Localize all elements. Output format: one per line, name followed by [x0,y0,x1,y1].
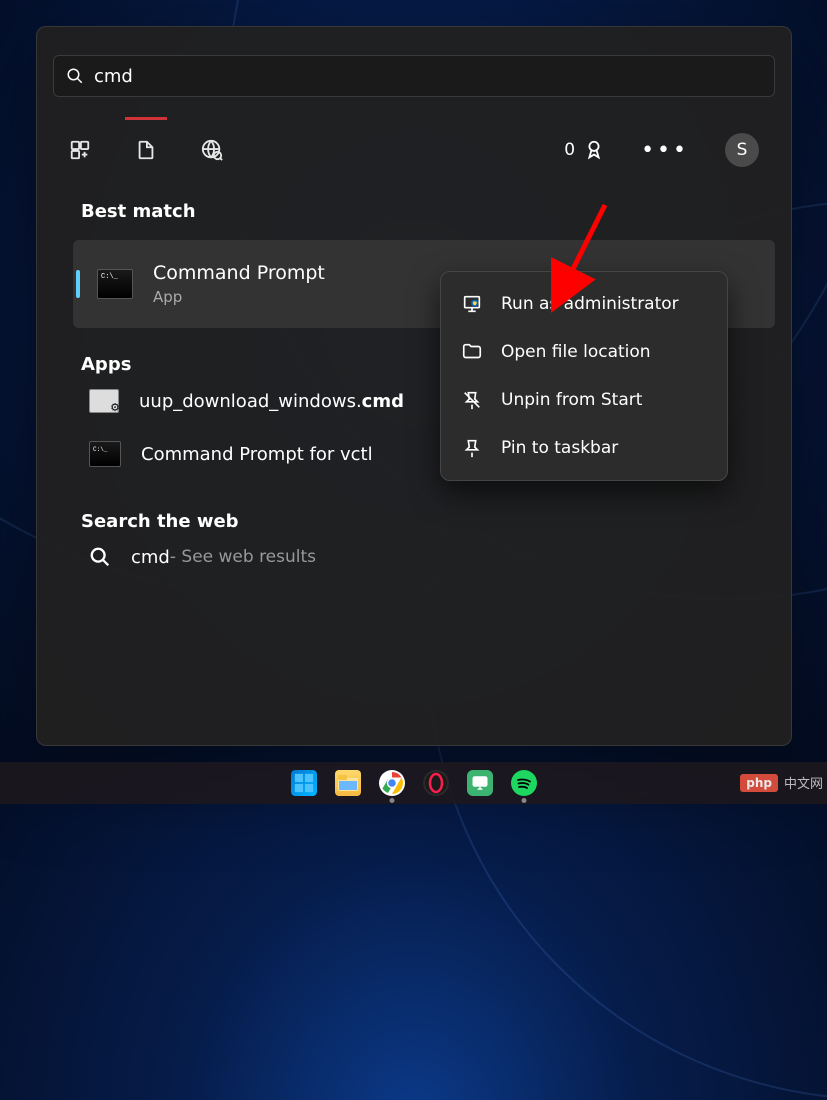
best-match-header: Best match [37,201,791,222]
search-icon [89,546,111,568]
taskbar-chat[interactable] [467,770,493,796]
chrome-icon [380,771,404,795]
search-box[interactable] [53,55,775,97]
spellcheck-underline [125,117,167,120]
context-run-as-admin[interactable]: Run as administrator [441,280,727,328]
taskbar [0,762,827,804]
chat-icon [471,774,489,792]
menu-item-label: Pin to taskbar [501,438,618,458]
web-result-term: cmd [131,547,170,568]
watermark-text: 中文网 [784,773,823,792]
context-open-file-location[interactable]: Open file location [441,328,727,376]
menu-item-label: Open file location [501,342,651,362]
context-pin-to-taskbar[interactable]: Pin to taskbar [441,424,727,472]
web-search-result[interactable]: cmd - See web results [37,532,791,582]
admin-shield-icon [461,293,483,315]
unpin-icon [461,389,483,411]
watermark: php 中文网 [740,773,823,792]
folder-icon [461,341,483,363]
spotify-icon [512,771,536,795]
folder-icon [338,775,358,791]
menu-item-label: Run as administrator [501,294,679,314]
filter-tabs-row: 0 ••• S [37,133,791,167]
best-match-title: Command Prompt [153,262,325,284]
rewards-indicator[interactable]: 0 [564,139,605,161]
app-result-label: Command Prompt for vctl [141,444,373,465]
user-avatar[interactable]: S [725,133,759,167]
apps-tab-icon[interactable] [69,139,91,161]
search-web-header: Search the web [37,511,791,532]
rewards-count: 0 [564,140,575,160]
search-icon [66,67,84,85]
medal-icon [583,139,605,161]
start-button[interactable] [291,770,317,796]
taskbar-opera-gx[interactable] [423,770,449,796]
command-prompt-icon [89,441,121,467]
app-result-label: uup_download_windows.cmd [139,391,404,412]
windows-icon [293,772,315,794]
pin-icon [461,437,483,459]
menu-item-label: Unpin from Start [501,390,642,410]
taskbar-chrome[interactable] [379,770,405,796]
opera-icon [424,771,448,795]
more-options-icon[interactable]: ••• [641,138,689,163]
avatar-initial: S [737,140,748,160]
search-input[interactable] [94,66,762,87]
context-menu: Run as administrator Open file location … [440,271,728,481]
command-prompt-icon [97,269,133,299]
batch-file-icon [89,389,119,413]
web-tab-icon[interactable] [201,139,223,161]
context-unpin-from-start[interactable]: Unpin from Start [441,376,727,424]
watermark-badge: php [740,774,778,792]
documents-tab-icon[interactable] [135,139,157,161]
taskbar-file-explorer[interactable] [335,770,361,796]
best-match-subtitle: App [153,288,325,306]
web-result-suffix: - See web results [170,547,316,567]
taskbar-spotify[interactable] [511,770,537,796]
